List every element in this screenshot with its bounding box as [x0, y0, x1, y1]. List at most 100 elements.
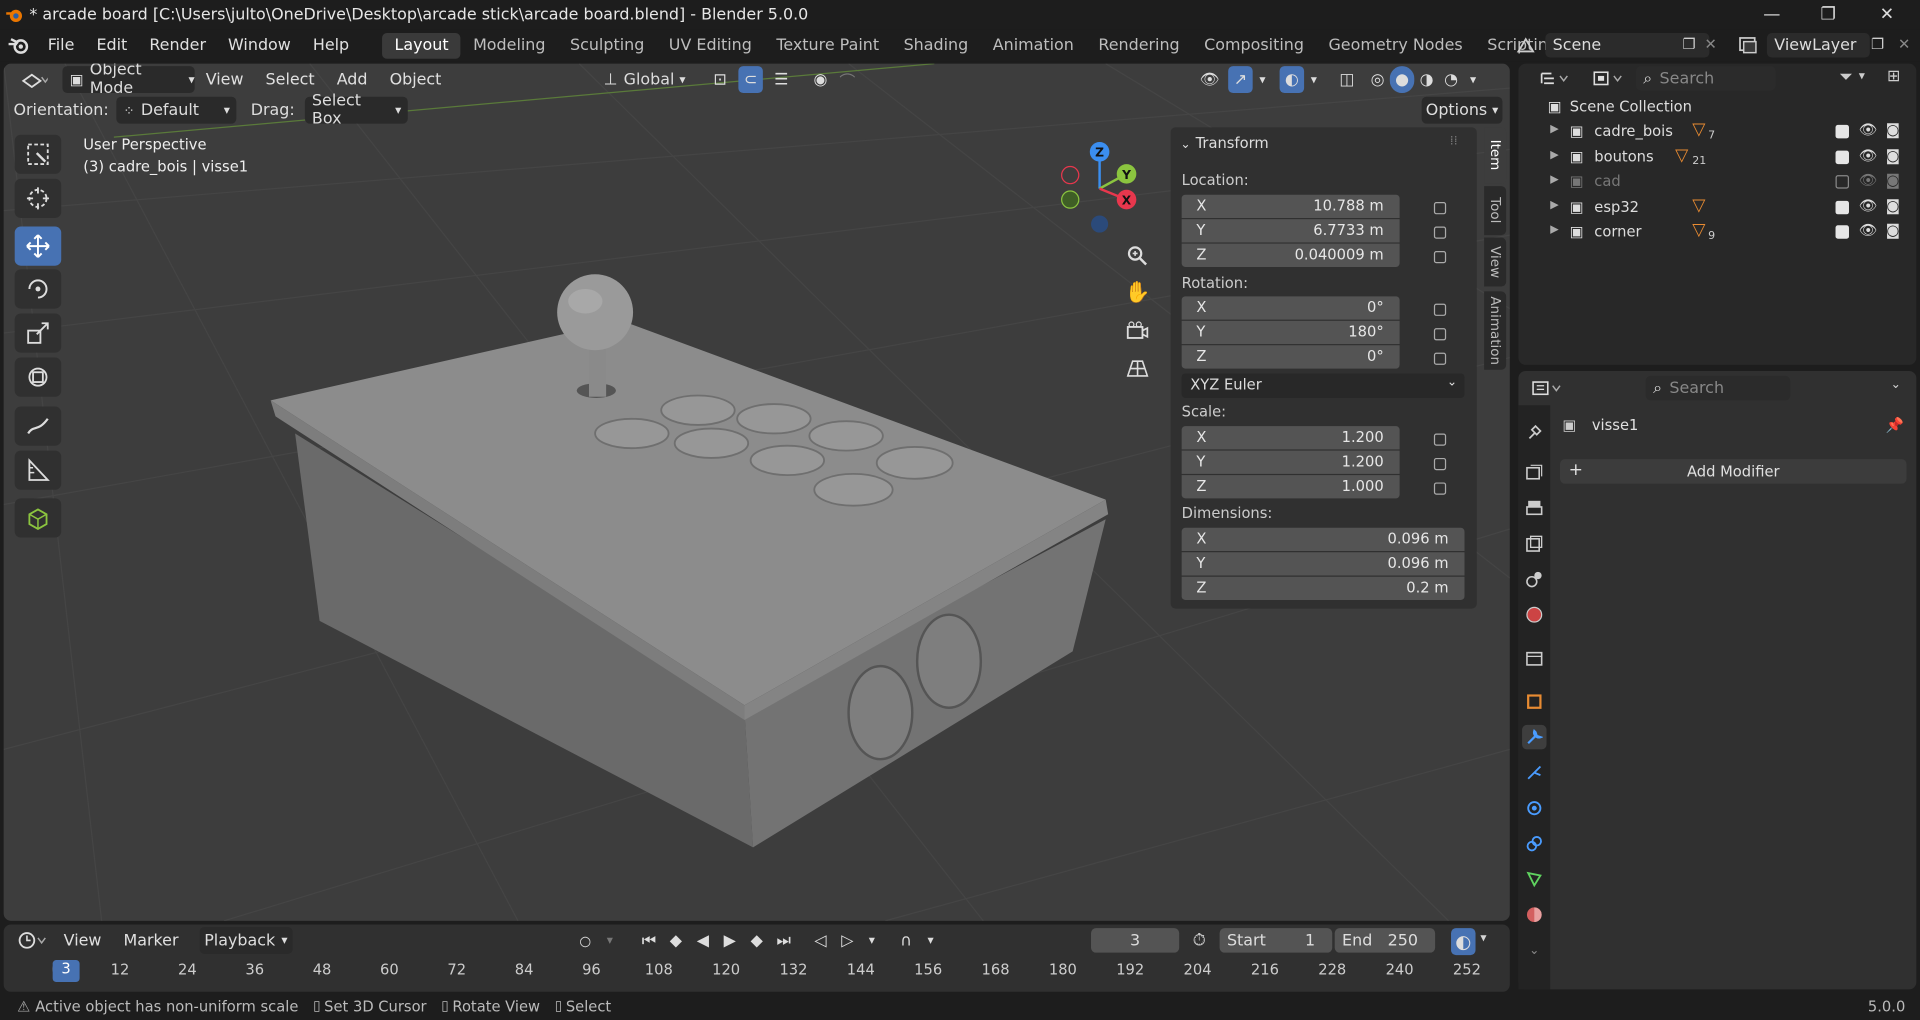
chevron-down-icon[interactable]: ▾ — [1463, 66, 1483, 93]
lock-location-x-icon[interactable] — [1433, 202, 1447, 215]
blender-menu-icon[interactable] — [7, 36, 29, 56]
current-frame-field[interactable]: 3 — [1091, 928, 1180, 953]
outliner-row-cadre_bois[interactable]: ▶ ▣ cadre_bois ▽ 7 👁 ◙ — [1518, 120, 1916, 144]
scale-z-field[interactable]: Z 1.000 — [1181, 475, 1400, 499]
lock-scale-z-icon[interactable] — [1433, 482, 1447, 495]
exclude-checkbox[interactable] — [1835, 150, 1849, 164]
particles-properties-icon[interactable] — [1522, 760, 1546, 784]
view-layer-properties-icon[interactable] — [1522, 531, 1546, 555]
eye-icon[interactable]: 👁 — [1859, 121, 1878, 138]
snap-playhead-icon[interactable]: ∩ — [894, 927, 918, 954]
camera-render-icon[interactable]: ◙ — [1886, 146, 1900, 163]
outliner-editor-type-icon[interactable] — [1526, 66, 1585, 90]
preview-range-icon[interactable]: ⏱ — [1193, 931, 1206, 951]
next-keyframe-icon[interactable]: ▷ — [835, 927, 859, 954]
rotation-mode-dropdown[interactable]: XYZ Euler ⌄ — [1181, 373, 1465, 398]
options-dropdown[interactable]: Options ▾ — [1421, 96, 1503, 124]
location-x-field[interactable]: X 10.788 m — [1181, 194, 1400, 218]
rotate-tool-icon[interactable] — [14, 269, 62, 309]
lock-rotation-y-icon[interactable] — [1433, 328, 1447, 341]
minimize-button[interactable]: — — [1744, 0, 1800, 29]
new-collection-icon[interactable]: ⊞ — [1887, 67, 1900, 85]
tab-rendering[interactable]: Rendering — [1086, 32, 1192, 58]
playhead-frame-indicator[interactable]: 3 — [52, 960, 80, 983]
camera-render-icon[interactable]: ◙ — [1886, 197, 1900, 214]
material-preview-icon[interactable]: ◑ — [1414, 66, 1438, 93]
rotation-y-field[interactable]: Y 180° — [1181, 320, 1400, 345]
chevron-down-icon[interactable]: ▾ — [1859, 70, 1865, 83]
maximize-button[interactable]: ❐ — [1800, 0, 1856, 29]
expand-arrow-icon[interactable]: ▶ — [1550, 149, 1558, 161]
eye-icon[interactable]: 👁 — [1859, 222, 1878, 239]
scene-selector-icon[interactable] — [1509, 33, 1543, 57]
camera-render-icon[interactable]: ◙ — [1886, 121, 1900, 138]
tab-geometry-nodes[interactable]: Geometry Nodes — [1316, 32, 1475, 58]
perspective-toggle-icon[interactable] — [1120, 351, 1154, 385]
camera-render-icon[interactable]: ◙ — [1886, 222, 1900, 239]
location-y-field[interactable]: Y 6.7733 m — [1181, 219, 1400, 243]
add-modifier-button[interactable]: + Add Modifier — [1560, 459, 1907, 484]
visibility-icon[interactable]: 👁 — [1191, 66, 1228, 93]
chevron-down-icon[interactable]: ⌄ — [1522, 938, 1546, 962]
expand-arrow-icon[interactable]: ▶ — [1550, 124, 1558, 136]
constraints-properties-icon[interactable] — [1522, 831, 1546, 855]
dimensions-z-field[interactable]: Z 0.2 m — [1181, 576, 1465, 601]
lock-location-z-icon[interactable] — [1433, 251, 1447, 264]
snap-toggle-icon[interactable]: ⊂ — [738, 66, 763, 94]
chevron-down-icon[interactable]: ▾ — [862, 927, 882, 954]
rotation-z-field[interactable]: Z 0° — [1181, 345, 1400, 369]
chevron-down-icon[interactable]: ▾ — [1480, 932, 1486, 945]
overlays-toggle-icon[interactable]: ◐ — [1279, 66, 1305, 94]
pivot-point-icon[interactable]: ⊡ — [702, 66, 739, 93]
wireframe-shading-icon[interactable]: ◎ — [1365, 66, 1389, 93]
rotation-x-field[interactable]: X 0° — [1181, 296, 1400, 320]
add-cube-tool-icon[interactable] — [14, 498, 62, 538]
filter-icon[interactable]: ⏷ — [1839, 67, 1853, 87]
exclude-checkbox[interactable] — [1835, 225, 1849, 239]
menu-help[interactable]: Help — [302, 36, 360, 54]
zoom-icon[interactable] — [1120, 239, 1154, 273]
tab-shading[interactable]: Shading — [891, 32, 980, 58]
collection-properties-icon[interactable] — [1522, 645, 1546, 669]
timeline-menu-marker[interactable]: Marker — [112, 931, 189, 949]
scene-properties-icon[interactable] — [1522, 567, 1546, 591]
xray-toggle-icon[interactable]: ◫ — [1333, 66, 1360, 93]
solid-shading-icon[interactable]: ● — [1389, 66, 1415, 94]
properties-editor-type-icon[interactable] — [1526, 376, 1570, 400]
lock-rotation-z-icon[interactable] — [1433, 352, 1447, 365]
end-frame-field[interactable]: End 250 — [1334, 928, 1436, 953]
physics-properties-icon[interactable] — [1522, 796, 1546, 820]
rendered-shading-icon[interactable]: ◔ — [1439, 66, 1463, 93]
view-layer-selector-icon[interactable] — [1730, 33, 1767, 57]
viewport-menu-add[interactable]: Add — [326, 70, 379, 88]
transform-panel-header[interactable]: ⌄ Transform — [1180, 135, 1268, 152]
mode-dropdown[interactable]: ▣ Object Mode ▾ — [62, 64, 195, 98]
tab-animation[interactable]: Animation — [980, 32, 1086, 58]
lock-scale-y-icon[interactable] — [1433, 457, 1447, 471]
tab-sculpting[interactable]: Sculpting — [558, 32, 657, 58]
jump-keyframe-back-icon[interactable]: ◆ — [664, 927, 688, 954]
outliner-row-cad[interactable]: ▶ ▣ cad 👁 ◙ — [1518, 170, 1916, 194]
pan-hand-icon[interactable]: ✋ — [1120, 276, 1154, 310]
expand-arrow-icon[interactable]: ▶ — [1550, 199, 1558, 211]
sidebar-tab-tool[interactable]: Tool — [1484, 186, 1507, 236]
transform-orientation-dropdown[interactable]: ⊥ Global ▾ — [604, 66, 695, 93]
select-box-tool-icon[interactable] — [14, 134, 62, 174]
drag-handle-icon[interactable]: ⁞⁞ — [1450, 135, 1458, 148]
sidebar-tab-item[interactable]: Item — [1484, 127, 1507, 184]
lock-location-y-icon[interactable] — [1433, 226, 1447, 239]
camera-view-icon[interactable] — [1120, 313, 1154, 347]
new-scene-icon[interactable]: ❐ — [1682, 36, 1695, 53]
new-view-layer-icon[interactable]: ❐ — [1871, 36, 1884, 53]
eye-icon[interactable]: 👁 — [1859, 171, 1878, 188]
tab-layout[interactable]: Layout — [382, 32, 461, 59]
chevron-down-icon[interactable]: ▾ — [1253, 66, 1273, 93]
tab-compositing[interactable]: Compositing — [1192, 32, 1316, 58]
menu-window[interactable]: Window — [217, 36, 302, 54]
annotate-tool-icon[interactable] — [14, 406, 62, 446]
dimensions-y-field[interactable]: Y 0.096 m — [1181, 552, 1465, 576]
viewport-menu-select[interactable]: Select — [255, 70, 326, 88]
output-properties-icon[interactable] — [1522, 496, 1546, 520]
menu-edit[interactable]: Edit — [85, 36, 138, 54]
dimensions-x-field[interactable]: X 0.096 m — [1181, 527, 1465, 552]
